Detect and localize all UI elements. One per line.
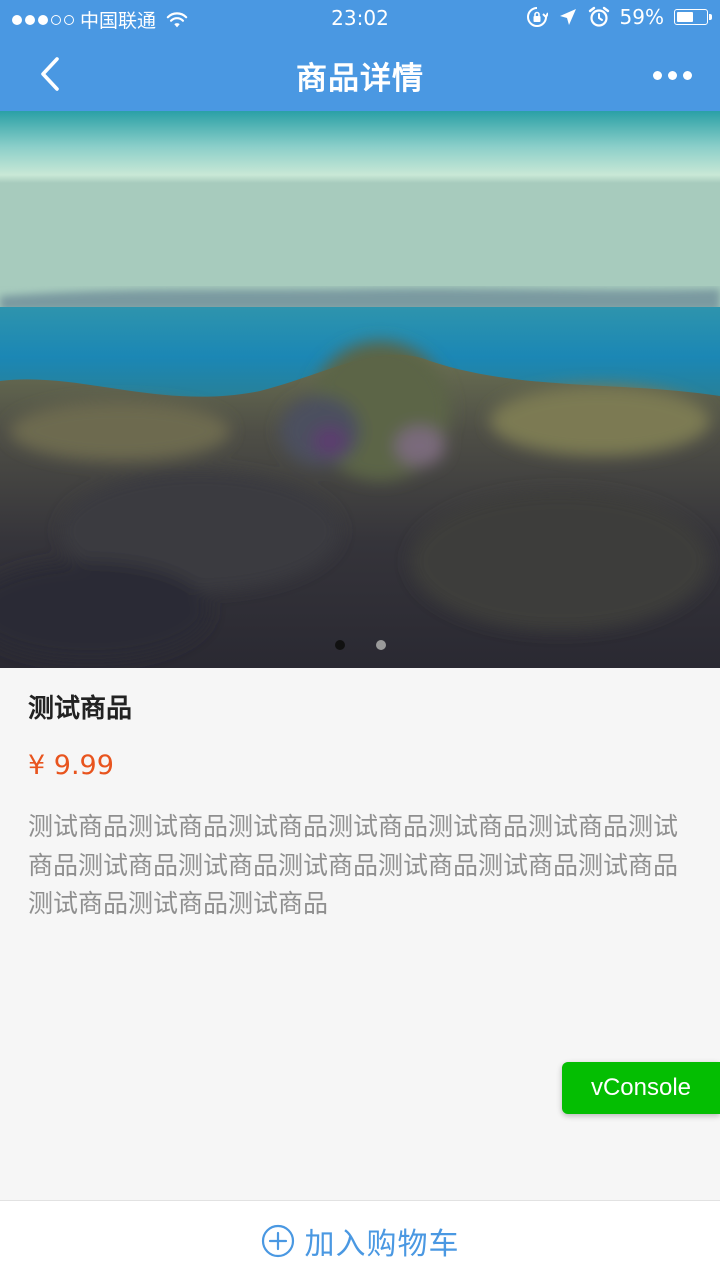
vconsole-button[interactable]: vConsole: [562, 1062, 720, 1114]
product-image-carousel[interactable]: [0, 111, 720, 668]
add-to-cart-button[interactable]: 加入购物车: [0, 1201, 720, 1280]
add-to-cart-label: 加入购物车: [304, 1227, 460, 1262]
battery-level: [677, 12, 693, 22]
location-arrow-icon: [559, 9, 576, 25]
product-name: 测试商品: [28, 694, 133, 724]
page-title: 商品详情: [296, 61, 424, 97]
alarm-icon: [588, 6, 609, 27]
carousel-indicator-dot[interactable]: [334, 640, 345, 650]
carousel-indicator-dot[interactable]: [375, 640, 386, 650]
product-detail-screen: 中国联通 23:02 59% 商品详情 测试商品 ¥ 9.99 测试商品测试商品…: [0, 0, 720, 1280]
status-bar-right: 59%: [526, 5, 712, 29]
product-description: 测试商品测试商品测试商品测试商品测试商品测试商品测试商品测试商品测试商品测试商品…: [28, 812, 679, 918]
more-button[interactable]: [646, 60, 698, 90]
status-bar: 中国联通 23:02 59%: [0, 0, 720, 36]
plus-circle-icon: [261, 1224, 294, 1258]
carousel-indicators: [0, 640, 720, 650]
more-icon: [652, 70, 662, 80]
product-price: ¥ 9.99: [28, 750, 114, 781]
battery-icon: [674, 9, 712, 25]
battery-percent: 59%: [619, 5, 664, 29]
navigation-bar: 商品详情: [0, 36, 720, 111]
bottom-bar: 加入购物车: [0, 1200, 720, 1280]
rotation-lock-icon: [526, 7, 548, 27]
product-image: [0, 111, 720, 668]
